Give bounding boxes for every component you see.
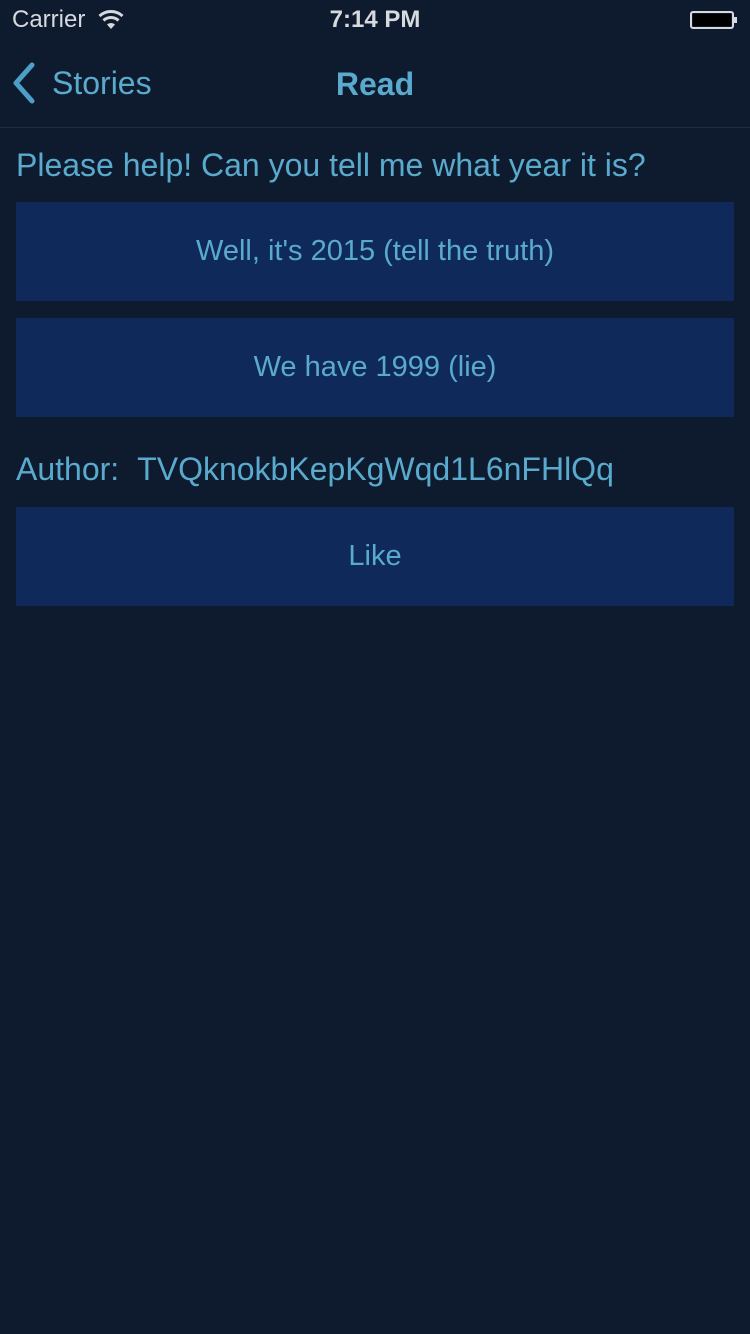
navigation-bar: Stories Read — [0, 40, 750, 128]
author-id: TVQknokbKepKgWqd1L6nFHlQq — [137, 451, 614, 487]
author-row: Author: TVQknokbKepKgWqd1L6nFHlQq — [16, 448, 614, 490]
battery-icon — [690, 11, 737, 29]
like-button[interactable]: Like — [16, 507, 734, 606]
clock: 7:14 PM — [329, 6, 421, 33]
choice-button-lie[interactable]: We have 1999 (lie) — [16, 318, 734, 417]
choice-button-truth[interactable]: Well, it's 2015 (tell the truth) — [16, 202, 734, 301]
author-label: Author: — [16, 451, 120, 487]
status-bar: Carrier 7:14 PM — [0, 0, 750, 40]
page-title: Read — [335, 66, 415, 102]
story-question: Please help! Can you tell me what year i… — [16, 147, 646, 183]
